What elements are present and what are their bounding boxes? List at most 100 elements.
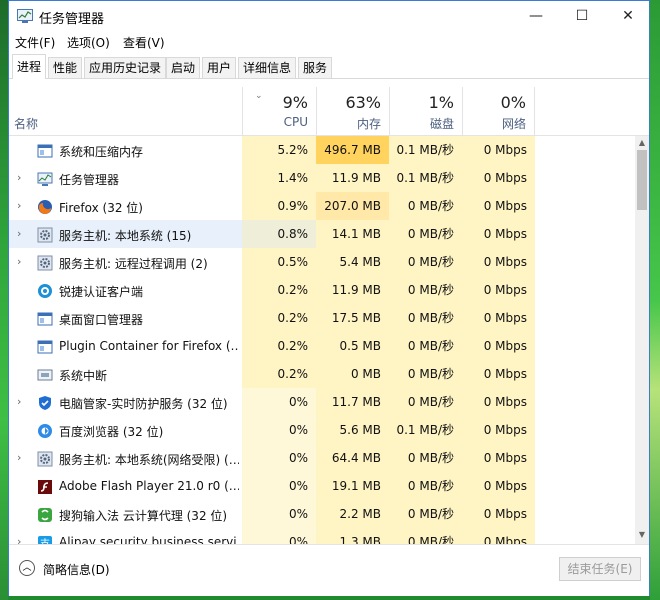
chevron-up-circle-icon[interactable]: ︿ [19,560,35,576]
cpu-cell: 0.5% [242,248,316,276]
table-row[interactable]: › 服务主机: 远程过程调用 (2) 0.5% 5.4 MB 0 MB/秒 0 Mbps [9,248,635,276]
task-manager-icon [17,9,33,23]
firefox-icon [37,199,53,215]
vertical-scrollbar[interactable]: ▲ ▼ [635,136,649,544]
column-header: 名称 ⌄ 9% CPU 63% 内存 1% 磁盘 0% 网络 [9,87,649,136]
scrollbar-thumb[interactable] [637,150,647,210]
minimize-button[interactable]: — [513,1,559,31]
column-disk-header[interactable]: 1% 磁盘 [389,87,462,135]
tab-app-history[interactable]: 应用历史记录 [84,57,167,78]
end-task-button[interactable]: 结束任务(E) [559,557,641,581]
disk-cell: 0.1 MB/秒 [389,416,462,444]
table-row[interactable]: › 服务主机: 本地系统 (15) 0.8% 14.1 MB 0 MB/秒 0 Mbps [9,220,635,248]
chevron-right-icon[interactable]: › [17,171,27,184]
cpu-cell: 0.2% [242,332,316,360]
window-icon [37,143,53,159]
table-row[interactable]: › 服务主机: 本地系统(网络受限) (… 0% 64.4 MB 0 MB/秒 0 Mbp… [9,444,635,472]
window-title: 任务管理器 [39,12,105,27]
table-row[interactable]: 系统和压缩内存 5.2% 496.7 MB 0.1 MB/秒 0 Mbps [9,136,635,164]
tab-startup[interactable]: 启动 [166,57,201,78]
cpu-cell: 0% [242,528,316,544]
network-cell: 0 Mbps [462,528,535,544]
network-cell: 0 Mbps [462,164,535,192]
network-cell: 0 Mbps [462,416,535,444]
cpu-total: 9% [282,93,308,112]
tab-services[interactable]: 服务 [298,57,333,78]
column-memory-header[interactable]: 63% 内存 [316,87,389,135]
title-bar[interactable]: 任务管理器 — ☐ ✕ [9,1,649,31]
desktop-background-right [650,0,660,600]
chevron-right-icon[interactable]: › [17,227,27,240]
process-name: Adobe Flash Player 21.0 r0 (… [59,479,239,493]
column-network-header[interactable]: 0% 网络 [462,87,535,135]
chevron-right-icon[interactable]: › [17,255,27,268]
table-row[interactable]: 桌面窗口管理器 0.2% 17.5 MB 0 MB/秒 0 Mbps [9,304,635,332]
table-row[interactable]: 百度浏览器 (32 位) 0% 5.6 MB 0.1 MB/秒 0 Mbps [9,416,635,444]
scroll-up-icon[interactable]: ▲ [635,138,649,150]
cpu-cell: 1.4% [242,164,316,192]
chevron-right-icon[interactable]: › [17,395,27,408]
process-name: 服务主机: 本地系统(网络受限) (… [59,453,239,467]
disk-cell: 0.1 MB/秒 [389,136,462,164]
cpu-cell: 0% [242,388,316,416]
chip-icon [37,367,53,383]
disk-cell: 0 MB/秒 [389,500,462,528]
flash-icon [37,479,53,495]
chevron-right-icon[interactable]: › [17,199,27,212]
cpu-cell: 0.2% [242,276,316,304]
memory-cell: 14.1 MB [316,220,389,248]
tab-details[interactable]: 详细信息 [238,57,297,78]
network-cell: 0 Mbps [462,388,535,416]
network-cell: 0 Mbps [462,472,535,500]
network-total: 0% [500,93,526,112]
table-row[interactable]: › Firefox (32 位) 0.9% 207.0 MB 0 MB/秒 0 Mbps [9,192,635,220]
process-name-cell: › 任务管理器 [9,164,242,192]
tab-strip: 进程 性能 应用历史记录 启动 用户 详细信息 服务 [9,54,649,79]
disk-cell: 0 MB/秒 [389,388,462,416]
chevron-right-icon[interactable]: › [17,535,27,544]
memory-cell: 11.9 MB [316,276,389,304]
memory-cell: 2.2 MB [316,500,389,528]
memory-cell: 0.5 MB [316,332,389,360]
chevron-right-icon[interactable]: › [17,451,27,464]
menu-view[interactable]: 查看(V) [123,34,165,51]
disk-cell: 0 MB/秒 [389,248,462,276]
network-cell: 0 Mbps [462,500,535,528]
close-button[interactable]: ✕ [605,1,651,31]
column-cpu-header[interactable]: ⌄ 9% CPU [242,87,316,135]
disk-cell: 0 MB/秒 [389,360,462,388]
process-name-cell: › 服务主机: 远程过程调用 (2) [9,248,242,276]
process-name-cell: 锐捷认证客户端 [9,276,242,304]
tab-performance[interactable]: 性能 [48,57,83,78]
fewer-details-link[interactable]: 简略信息(D) [43,561,110,578]
tab-processes[interactable]: 进程 [12,54,47,79]
table-row[interactable]: › 任务管理器 1.4% 11.9 MB 0.1 MB/秒 0 Mbps [9,164,635,192]
process-name-cell: 系统中断 [9,360,242,388]
memory-cell: 11.9 MB [316,164,389,192]
table-row[interactable]: Plugin Container for Firefox (… 0.2% 0.5 M… [9,332,635,360]
menu-file[interactable]: 文件(F) [15,34,55,51]
menu-options[interactable]: 选项(O) [67,34,110,51]
table-row[interactable]: 搜狗输入法 云计算代理 (32 位) 0% 2.2 MB 0 MB/秒 0 Mbps [9,500,635,528]
table-row[interactable]: Adobe Flash Player 21.0 r0 (… 0% 19.1 MB 0 … [9,472,635,500]
table-row[interactable]: 系统中断 0.2% 0 MB 0 MB/秒 0 Mbps [9,360,635,388]
table-row[interactable]: › 电脑管家-实时防护服务 (32 位) 0% 11.7 MB 0 MB/秒 0 Mbps [9,388,635,416]
process-name: Plugin Container for Firefox (… [59,339,239,353]
task-manager-window: 任务管理器 — ☐ ✕ 文件(F) 选项(O) 查看(V) 进程 性能 应用历史… [8,0,650,596]
process-name: 服务主机: 本地系统 (15) [59,229,192,243]
desktop-background-left [0,0,8,600]
process-name: Firefox (32 位) [59,201,143,215]
column-name-header[interactable]: 名称 [14,115,38,132]
scroll-down-icon[interactable]: ▼ [635,530,649,542]
tab-users[interactable]: 用户 [202,57,237,78]
process-name: 服务主机: 远程过程调用 (2) [59,257,208,271]
memory-cell: 64.4 MB [316,444,389,472]
table-row[interactable]: › 支 Alipay security business servi…0%1.3 M… [9,528,635,544]
menu-bar: 文件(F) 选项(O) 查看(V) [9,31,649,53]
table-row[interactable]: 锐捷认证客户端 0.2% 11.9 MB 0 MB/秒 0 Mbps [9,276,635,304]
gear-icon [37,451,53,467]
maximize-button[interactable]: ☐ [559,1,605,31]
cpu-cell: 0.9% [242,192,316,220]
process-name: 系统中断 [59,369,108,383]
process-name-cell: 系统和压缩内存 [9,136,242,164]
